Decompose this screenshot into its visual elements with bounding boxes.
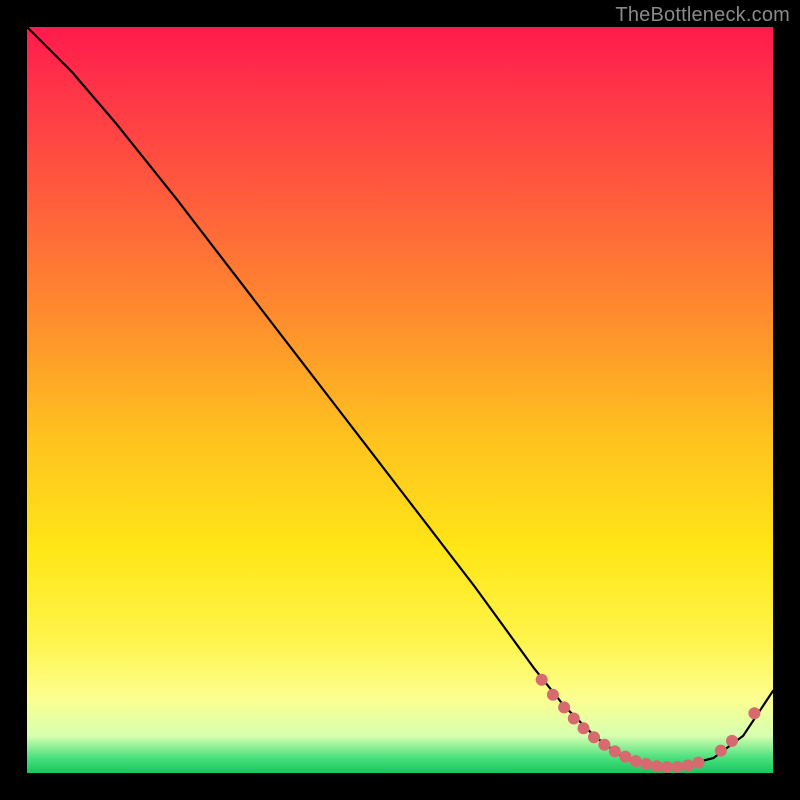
- marker-dot: [715, 745, 727, 757]
- watermark-text: TheBottleneck.com: [615, 4, 790, 27]
- marker-dots: [536, 674, 761, 773]
- marker-dot: [598, 739, 610, 751]
- curve-path: [27, 27, 773, 766]
- marker-dot: [726, 735, 738, 747]
- marker-dot: [578, 722, 590, 734]
- marker-dot: [661, 761, 673, 773]
- chart-stage: TheBottleneck.com: [0, 0, 800, 800]
- marker-dot: [692, 757, 704, 769]
- marker-dot: [619, 751, 631, 763]
- plot-area: [27, 27, 773, 773]
- marker-dot: [748, 707, 760, 719]
- marker-dot: [682, 760, 694, 772]
- marker-dot: [672, 761, 684, 773]
- marker-dot: [651, 760, 663, 772]
- chart-svg: [27, 27, 773, 773]
- marker-dot: [558, 701, 570, 713]
- marker-dot: [630, 755, 642, 767]
- marker-dot: [609, 745, 621, 757]
- marker-dot: [588, 731, 600, 743]
- marker-dot: [536, 674, 548, 686]
- marker-dot: [568, 713, 580, 725]
- marker-dot: [640, 758, 652, 770]
- marker-dot: [547, 689, 559, 701]
